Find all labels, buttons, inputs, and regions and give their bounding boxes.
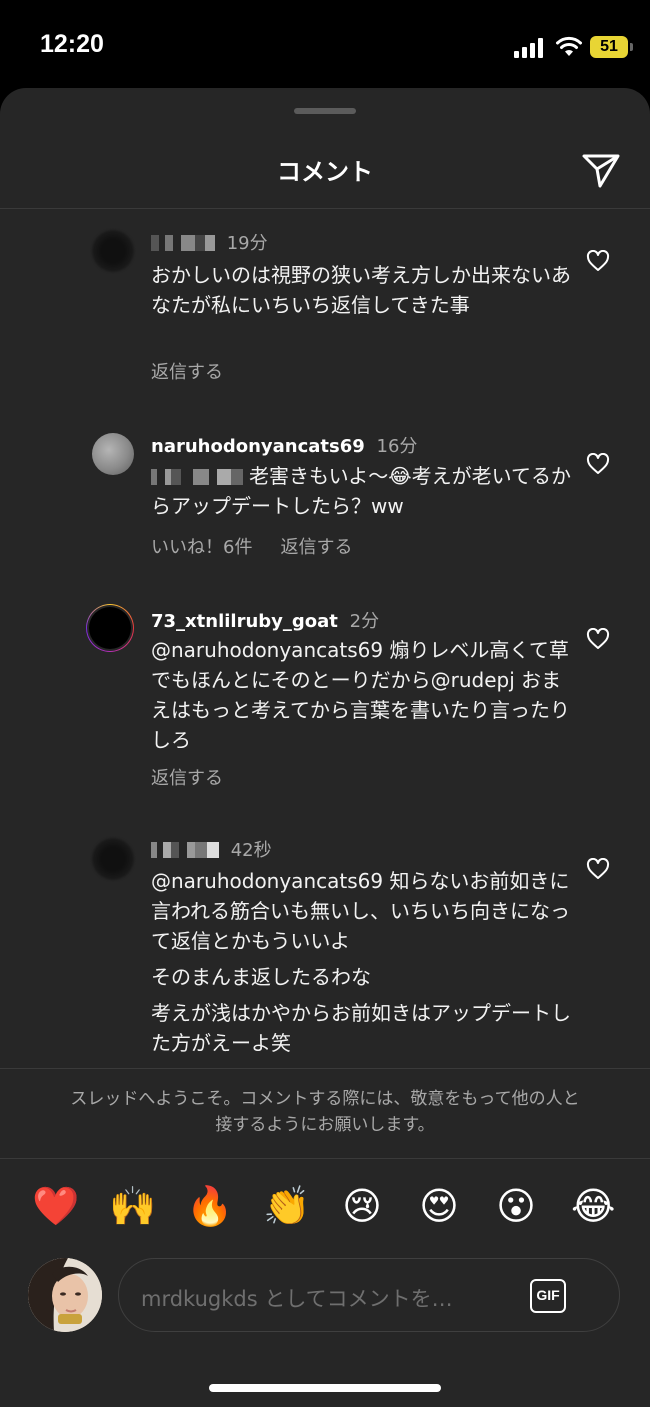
status-time: 12:20 — [40, 30, 104, 58]
emoji-heart-eyes[interactable]: 😍 — [417, 1184, 461, 1228]
comment-time: 19分 — [226, 233, 268, 254]
reply-button[interactable]: 返信する — [151, 768, 223, 789]
comment-time: 16分 — [376, 436, 418, 457]
emoji-tears-of-joy[interactable]: 😂 — [571, 1184, 615, 1228]
emoji-fire[interactable]: 🔥 — [186, 1184, 233, 1228]
footer-divider — [0, 1158, 650, 1159]
comment-input-placeholder: mrdkugkds としてコメントを… — [141, 1287, 453, 1311]
comment-time: 2分 — [349, 611, 380, 632]
heart-icon[interactable] — [586, 858, 610, 880]
mention-pixelated[interactable] — [151, 469, 243, 485]
home-indicator[interactable] — [209, 1384, 441, 1392]
comment-text: @naruhodonyancats69 煽りレベル高くて草でもほんとにそのとーり… — [151, 638, 570, 752]
emoji-heart[interactable]: ❤️ — [32, 1184, 79, 1228]
reply-button[interactable]: 返信する — [280, 537, 352, 558]
quick-emoji-bar: ❤️ 🙌 🔥 👏 😢 😍 😮 😂 — [0, 1184, 650, 1240]
heart-icon[interactable] — [586, 453, 610, 475]
paper-plane-icon[interactable] — [580, 150, 622, 190]
likes-count[interactable]: いいね！6件 — [151, 537, 252, 558]
sheet-title: コメント — [277, 158, 373, 186]
emoji-clapping-hands[interactable]: 👏 — [263, 1184, 310, 1228]
gif-button[interactable]: GIF — [530, 1279, 566, 1313]
username-pixelated[interactable] — [151, 235, 215, 251]
header-divider — [0, 208, 650, 209]
username-pixelated[interactable] — [151, 842, 219, 858]
emoji-surprised-face[interactable]: 😮 — [494, 1184, 538, 1228]
battery-indicator: 51 — [590, 36, 633, 58]
comment-time: 42秒 — [230, 840, 272, 861]
footer-divider — [0, 1068, 650, 1069]
comment-username[interactable]: naruhodonyancats69 — [151, 436, 365, 457]
comment-username[interactable]: 73_xtnlilruby_goat — [151, 611, 338, 632]
reply-button[interactable]: 返信する — [151, 362, 223, 383]
heart-icon[interactable] — [586, 628, 610, 650]
comment-text: 老害きもいよ〜😂考えが老いてるからアップデートしたら？ww — [151, 464, 571, 518]
comments-sheet: コメント 19分 おかしいのは視野の狭い考え方しか出来ないあなたが私にいちいち返… — [0, 88, 650, 1407]
user-photo — [28, 1258, 102, 1332]
avatar[interactable] — [92, 838, 134, 880]
emoji-crying-face[interactable]: 😢 — [340, 1184, 384, 1228]
cellular-signal-icon — [514, 38, 543, 58]
comment-input[interactable]: mrdkugkds としてコメントを… GIF — [118, 1258, 620, 1332]
comment-text: @naruhodonyancats69 知らないお前如きに言われる筋合いも無いし… — [151, 869, 571, 1055]
status-bar: 12:20 51 — [0, 0, 650, 88]
current-user-avatar[interactable] — [28, 1258, 102, 1332]
sheet-grabber[interactable] — [294, 108, 356, 114]
comment-composer-area: スレッドへようこそ。コメントする際には、敬意をもって他の人と接するようにお願いし… — [0, 1068, 650, 1407]
wifi-icon — [556, 36, 582, 56]
avatar[interactable] — [92, 433, 134, 475]
emoji-raising-hands[interactable]: 🙌 — [109, 1184, 156, 1228]
heart-icon[interactable] — [586, 250, 610, 272]
thread-welcome-text: スレッドへようこそ。コメントする際には、敬意をもって他の人と接するようにお願いし… — [70, 1089, 580, 1135]
avatar[interactable] — [92, 230, 134, 272]
comment-text: おかしいのは視野の狭い考え方しか出来ないあなたが私にいちいち返信してきた事 — [151, 263, 571, 317]
avatar-story-ring[interactable] — [86, 604, 134, 652]
